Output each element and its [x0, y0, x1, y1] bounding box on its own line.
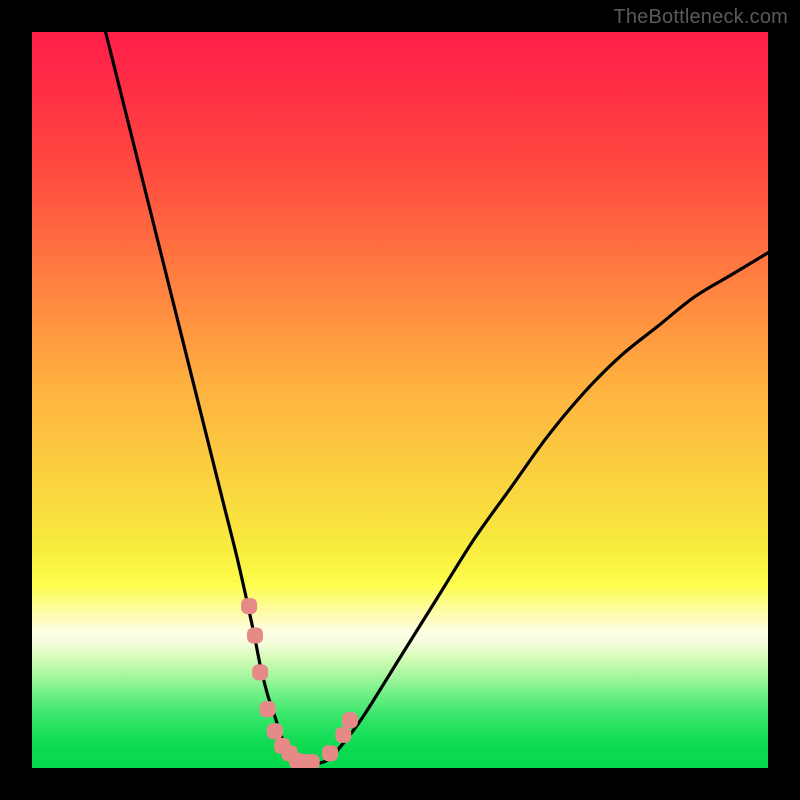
attribution-text: TheBottleneck.com [613, 6, 788, 29]
marker-point [260, 701, 276, 717]
highlighted-points [241, 598, 358, 768]
curve-layer [32, 32, 768, 768]
marker-point [247, 628, 263, 644]
marker-point [304, 754, 320, 768]
marker-point [335, 727, 351, 743]
chart-frame: TheBottleneck.com [0, 0, 800, 800]
bottleneck-curve [106, 32, 768, 765]
marker-point [322, 745, 338, 761]
marker-point [342, 712, 358, 728]
marker-point [241, 598, 257, 614]
plot-area [32, 32, 768, 768]
marker-point [252, 664, 268, 680]
marker-point [267, 723, 283, 739]
